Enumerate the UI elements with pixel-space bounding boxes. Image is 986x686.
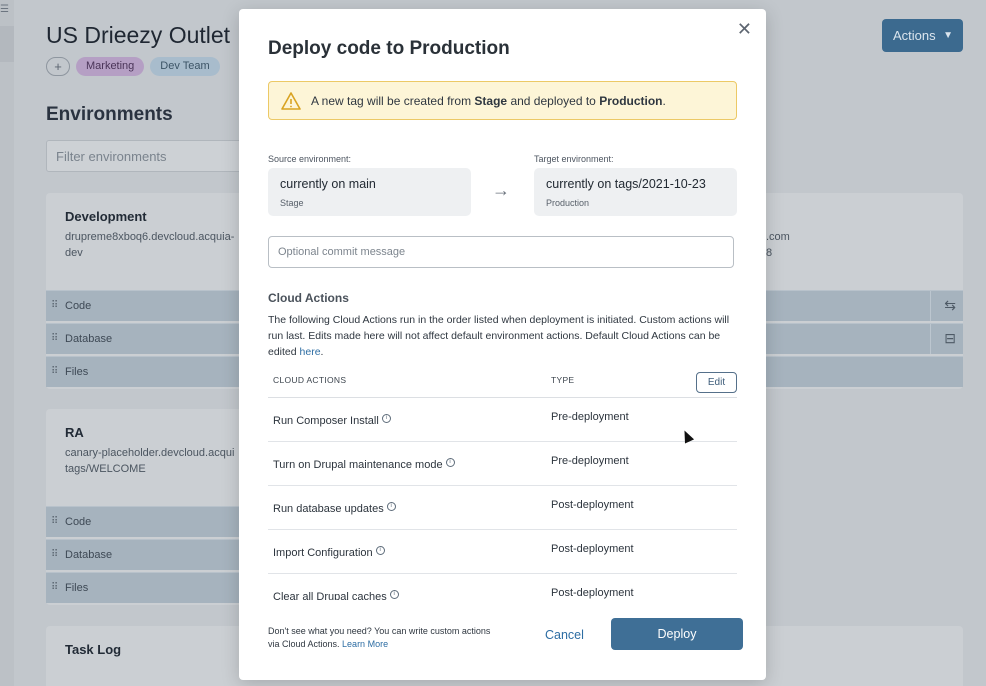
environments-heading: Environments [46,104,173,125]
environment-name[interactable]: RA [65,425,84,440]
source-environment-name: Stage [280,198,304,208]
actions-button[interactable]: Actions ▼ [882,19,963,52]
table-row: Import Configuration i Post-deployment [268,530,737,574]
tag-dev-team[interactable]: Dev Team [150,57,220,76]
environment-name[interactable]: Development [65,209,147,224]
drive-icon[interactable]: ⊟ [944,330,956,347]
info-icon[interactable]: i [375,546,385,555]
edit-button[interactable]: Edit [696,372,737,393]
modal-title-prefix: Deploy code to [268,38,410,59]
switch-arrows-icon[interactable]: ⇆ [944,297,956,314]
filter-environments-input[interactable]: Filter environments [46,140,246,172]
chevron-down-icon: ▼ [943,30,953,41]
action-type: Post-deployment [551,587,634,599]
strip-database[interactable]: ⠿ Database [46,539,246,570]
edit-defaults-link[interactable]: here [300,346,321,358]
environment-info-fragment: 8 [766,247,773,259]
info-icon[interactable]: i [386,502,396,511]
warning-banner: A new tag will be created from Stage and… [268,81,737,120]
strip-code[interactable]: ⠿ Code [46,506,246,537]
deploy-code-modal: ✕ Deploy code to Production A new tag wi… [239,9,766,680]
page-title: US Drieezy Outlet [46,22,231,48]
learn-more-link[interactable]: Learn More [342,639,388,649]
modal-title: Deploy code to Production [268,38,510,60]
drag-handle-icon[interactable]: ⠿ [51,516,58,527]
target-environment-label: Target environment: [534,154,614,164]
source-environment-box: currently on main Stage [268,168,471,216]
environment-branch: dev [65,247,83,259]
close-icon[interactable]: ✕ [737,19,752,40]
environment-branch: tags/WELCOME [65,463,146,475]
target-environment-box: currently on tags/2021-10-23 Production [534,168,737,216]
environment-host[interactable]: drupreme8xboq6.devcloud.acquia- [65,231,234,243]
source-branch: currently on main [280,177,376,191]
drag-handle-icon[interactable]: ⠿ [51,366,58,377]
environment-card-ra: RA canary-placeholder.devcloud.acqui tag… [46,409,246,605]
footer-note: Don't see what you need? You can write c… [268,626,491,649]
info-icon[interactable]: i [389,590,399,599]
arrow-right-icon: → [492,180,510,200]
action-name: Turn on Drupal maintenance mode i [273,458,455,471]
action-type: Post-deployment [551,543,634,555]
strip-label: Database [65,333,113,345]
warning-text: A new tag will be created from Stage and… [311,93,666,108]
strip-label: Files [65,366,89,378]
table-row: Clear all Drupal caches i Post-deployment [268,574,737,600]
drag-handle-icon[interactable]: ⠿ [51,549,58,560]
action-name: Run Composer Install i [273,414,391,427]
drag-handle-icon[interactable]: ⠿ [51,582,58,593]
environment-url-fragment: .com [766,231,790,243]
action-name: Import Configuration i [273,546,385,559]
rail-active-item[interactable] [0,26,14,62]
task-log-title: Task Log [65,642,122,657]
cloud-actions-description: The following Cloud Actions run in the o… [268,314,730,358]
strip-label: Code [65,516,92,528]
action-type: Pre-deployment [551,411,629,423]
table-row: Run Composer Install i Pre-deployment [268,398,737,442]
action-type: Post-deployment [551,499,634,511]
source-environment-label: Source environment: [268,154,352,164]
info-icon[interactable]: i [381,414,391,423]
strip-files[interactable]: ⠿ Files [46,572,246,603]
menu-icon[interactable]: ☰ [0,4,12,15]
column-header-cloud-actions: CLOUD ACTIONS [273,375,347,385]
cancel-button[interactable]: Cancel [545,628,584,642]
table-row: Turn on Drupal maintenance mode i Pre-dep… [268,442,737,486]
tag-marketing[interactable]: Marketing [76,57,145,76]
strip-label: Files [65,582,89,594]
target-branch: currently on tags/2021-10-23 [546,177,706,191]
action-name: Clear all Drupal caches i [273,590,399,600]
strip-label: Code [65,300,92,312]
actions-label: Actions [893,28,936,43]
modal-title-target: Production [409,38,510,59]
cloud-actions-table: CLOUD ACTIONS TYPE Edit Run Composer Ins… [268,370,737,600]
table-row: Run database updates i Post-deployment [268,486,737,530]
commit-message-input[interactable]: Optional commit message [268,236,734,268]
target-environment-name: Production [546,198,590,208]
environment-host[interactable]: canary-placeholder.devcloud.acqui [65,447,234,459]
action-type: Pre-deployment [551,455,629,467]
table-header: CLOUD ACTIONS TYPE Edit [268,370,737,398]
drag-handle-icon[interactable]: ⠿ [51,333,58,344]
column-header-type: TYPE [551,375,575,385]
info-icon[interactable]: i [445,458,455,467]
strip-label: Database [65,549,113,561]
action-name: Run database updates i [273,502,396,515]
drag-handle-icon[interactable]: ⠿ [51,300,58,311]
warning-icon [281,91,301,110]
deploy-button[interactable]: Deploy [611,618,743,650]
add-tag-button[interactable]: + [46,57,70,76]
tag-row: + Marketing Dev Team [46,57,220,76]
left-rail: ☰ [0,0,14,686]
cloud-actions-title: Cloud Actions [268,291,349,305]
